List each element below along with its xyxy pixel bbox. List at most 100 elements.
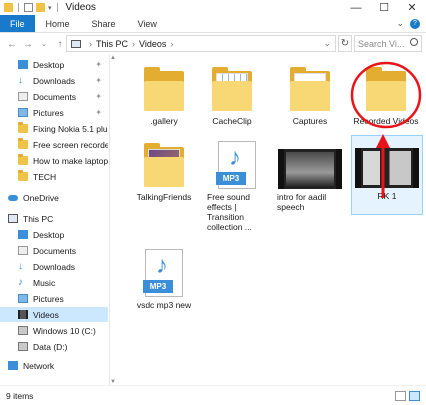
nav-item-label: Pictures — [33, 293, 64, 304]
nav-item-downloads[interactable]: ↓ Downloads ✦ — [0, 73, 108, 88]
nav-item-desktop[interactable]: Desktop ✦ — [0, 57, 108, 72]
navigation-scrollbar[interactable]: ▲ ▼ — [110, 55, 116, 385]
maximize-button[interactable]: ☐ — [370, 0, 398, 15]
music-note-icon: ♪ — [156, 252, 168, 279]
ribbon-tabs: File Home Share View ⌄ ? — [0, 15, 426, 33]
file-item-label: CacheClip — [212, 116, 252, 126]
breadcrumb-videos[interactable]: Videos — [139, 39, 166, 49]
pin-icon[interactable]: ✦ — [95, 92, 102, 101]
folder-icon — [142, 143, 186, 189]
file-item-gallery[interactable]: .gallery — [131, 67, 197, 126]
network-icon — [8, 361, 18, 370]
chevron-right-icon[interactable]: › — [132, 39, 135, 49]
nav-item-label: Documents — [33, 245, 76, 256]
nav-item-label: Desktop — [33, 229, 65, 240]
chevron-right-icon[interactable]: › — [170, 39, 173, 49]
file-item-recorded-videos[interactable]: Recorded Videos — [350, 67, 422, 126]
nav-item-label: Music — [33, 277, 56, 288]
chevron-right-icon[interactable]: › — [89, 39, 92, 49]
file-item-label: vsdc mp3 new — [136, 300, 192, 310]
pin-icon[interactable]: ✦ — [95, 108, 102, 117]
nav-item-label: TECH — [33, 171, 57, 182]
scroll-up-icon[interactable]: ▲ — [110, 55, 116, 61]
file-item-label: .gallery — [150, 116, 178, 126]
nav-item-pc-videos[interactable]: Videos — [0, 307, 108, 322]
nav-item-label: Windows 10 (C:) — [33, 325, 96, 336]
breadcrumb-this-pc[interactable]: This PC — [96, 39, 128, 49]
cloud-icon — [8, 194, 18, 201]
title-bar: ▾ Videos — ☐ ✕ — [0, 0, 426, 15]
customize-toolbar-icon[interactable]: ▾ — [48, 4, 52, 12]
expand-ribbon-icon[interactable]: ⌄ — [396, 18, 404, 29]
nav-item-label: Documents — [33, 91, 76, 102]
content-pane: .gallery CacheClip Captures Recorded Vid… — [117, 55, 426, 385]
nav-item-network[interactable]: Network — [0, 358, 108, 373]
nav-item-pc-documents[interactable]: Documents — [0, 243, 108, 258]
recent-locations-icon[interactable]: ⌄ — [38, 40, 50, 48]
tab-home[interactable]: Home — [35, 15, 81, 32]
back-arrow-icon[interactable]: ← — [6, 39, 18, 50]
nav-item-how-to-make-laptop[interactable]: How to make laptop — [0, 153, 108, 168]
nav-item-label: OneDrive — [23, 192, 59, 203]
nav-item-this-pc[interactable]: This PC — [0, 211, 108, 226]
nav-item-onedrive[interactable]: OneDrive — [0, 190, 108, 205]
file-item-rk1[interactable]: RK 1 — [351, 135, 423, 215]
folder-icon — [18, 170, 28, 181]
search-input[interactable]: Search Vi... — [354, 35, 422, 52]
nav-item-tech[interactable]: TECH — [0, 169, 108, 184]
file-item-cacheclip[interactable]: CacheClip — [199, 67, 265, 126]
file-item-intro-aadil[interactable]: intro for aadil speech — [277, 149, 343, 212]
up-arrow-icon[interactable]: ↑ — [54, 39, 66, 50]
address-row: ← → ⌄ ↑ › This PC › Videos › ⌄ ↻ Search … — [0, 33, 426, 55]
nav-item-pictures[interactable]: Pictures ✦ — [0, 105, 108, 120]
nav-item-pc-data-d[interactable]: Data (D:) — [0, 339, 108, 354]
nav-item-label: Downloads — [33, 261, 76, 272]
help-icon[interactable]: ? — [410, 18, 420, 29]
forward-arrow-icon[interactable]: → — [22, 39, 34, 50]
documents-icon — [18, 92, 28, 101]
pin-icon[interactable]: ✦ — [95, 60, 102, 69]
file-item-captures[interactable]: Captures — [277, 67, 343, 126]
nav-item-free-screen-recorder[interactable]: Free screen recorder — [0, 137, 108, 152]
nav-item-label: Desktop — [33, 59, 65, 70]
address-dropdown-icon[interactable]: ⌄ — [323, 38, 331, 49]
folder-icon — [210, 67, 254, 113]
videos-icon — [18, 310, 28, 319]
details-view-icon[interactable] — [395, 390, 406, 401]
nav-item-pc-pictures[interactable]: Pictures — [0, 291, 108, 306]
folder-icon — [288, 67, 332, 113]
nav-item-pc-music[interactable]: ♪ Music — [0, 275, 108, 290]
mp3-badge: MP3 — [216, 172, 246, 185]
window-title: Videos — [65, 2, 96, 13]
new-folder-icon[interactable] — [36, 3, 45, 12]
address-bar[interactable]: › This PC › Videos › ⌄ — [66, 35, 336, 52]
navigation-pane: Desktop ✦ ↓ Downloads ✦ Documents ✦ Pict… — [0, 55, 110, 385]
nav-item-pc-desktop[interactable]: Desktop — [0, 227, 108, 242]
large-icons-view-icon[interactable] — [409, 390, 420, 401]
nav-item-pc-windows-c[interactable]: Windows 10 (C:) — [0, 323, 108, 338]
file-item-vsdc-mp3[interactable]: ♪ MP3 vsdc mp3 new — [131, 249, 197, 310]
tab-file[interactable]: File — [0, 15, 35, 32]
mp3-file-icon: ♪ MP3 — [216, 141, 256, 189]
nav-item-fixing-nokia[interactable]: Fixing Nokia 5.1 plus — [0, 121, 108, 136]
this-pc-icon — [71, 39, 81, 48]
navigation-buttons: ← → ⌄ ↑ — [0, 39, 66, 50]
nav-item-documents[interactable]: Documents ✦ — [0, 89, 108, 104]
tab-share[interactable]: Share — [81, 15, 127, 32]
tab-view[interactable]: View — [127, 15, 168, 32]
nav-item-label: This PC — [23, 213, 54, 224]
pin-icon[interactable]: ✦ — [95, 76, 102, 85]
file-item-talkingfriends[interactable]: TalkingFriends — [131, 143, 197, 202]
refresh-button[interactable]: ↻ — [338, 35, 352, 52]
nav-item-label: Fixing Nokia 5.1 plus — [33, 123, 108, 134]
folder-icon — [18, 122, 28, 133]
file-item-free-sound-effects[interactable]: ♪ MP3 Free sound effects | Transition co… — [207, 141, 267, 232]
file-item-label: Captures — [292, 116, 328, 126]
minimize-button[interactable]: — — [342, 0, 370, 15]
properties-icon[interactable] — [24, 3, 33, 12]
close-button[interactable]: ✕ — [398, 0, 426, 15]
file-item-label: Recorded Videos — [353, 116, 419, 126]
nav-item-pc-downloads[interactable]: ↓ Downloads — [0, 259, 108, 274]
search-placeholder: Search Vi... — [358, 38, 405, 49]
item-count: 9 items — [6, 390, 34, 401]
